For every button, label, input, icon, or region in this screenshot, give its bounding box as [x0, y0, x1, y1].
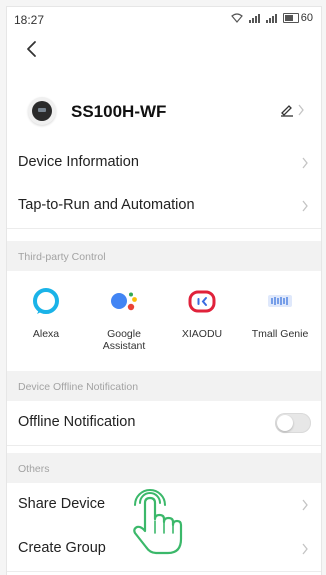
chevron-right-icon: [302, 200, 308, 212]
app-screen: 18:27 60 SS100H-WF Device Information Ta…: [6, 6, 322, 575]
chevron-right-icon: [302, 499, 308, 511]
tap-to-run-label: Tap-to-Run and Automation: [18, 197, 195, 213]
tmall-genie-label: Tmall Genie: [251, 328, 309, 340]
share-device-label: Share Device: [18, 496, 106, 512]
battery-icon: [282, 13, 299, 23]
device-information-row[interactable]: Device Information: [7, 141, 321, 186]
chevron-right-icon: [302, 157, 308, 169]
wifi-icon: [230, 13, 243, 23]
tmall-genie-icon: [268, 295, 292, 307]
chevron-right-icon: [302, 543, 308, 555]
battery-level: 60: [300, 12, 313, 24]
status-icons: 60: [230, 12, 313, 24]
third-party-section-header: Third-party Control: [7, 241, 321, 271]
google-assistant-button[interactable]: Google Assistant: [85, 278, 163, 358]
edit-name-button[interactable]: [279, 99, 309, 121]
status-bar: 18:27 60: [7, 7, 321, 31]
signal-2-icon: [265, 13, 277, 23]
status-time: 18:27: [14, 13, 45, 27]
offline-section-header: Device Offline Notification: [7, 371, 321, 401]
tap-to-run-row[interactable]: Tap-to-Run and Automation: [7, 184, 321, 229]
create-group-row[interactable]: Create Group: [7, 527, 321, 572]
offline-notification-row: Offline Notification: [7, 401, 321, 446]
back-arrow-icon[interactable]: [23, 40, 41, 58]
section-title: Others: [18, 463, 50, 475]
google-assistant-icon: [111, 292, 137, 311]
others-section-header: Others: [7, 453, 321, 483]
alexa-label: Alexa: [32, 328, 60, 340]
alexa-button[interactable]: Alexa: [7, 278, 85, 358]
xiaodu-label: XIAODU: [181, 328, 223, 340]
chevron-right-icon: [298, 104, 304, 116]
google-assistant-label: Google Assistant: [102, 328, 146, 352]
device-header: SS100H-WF: [7, 87, 321, 133]
xiaodu-icon: [188, 290, 216, 313]
tmall-genie-button[interactable]: Tmall Genie: [241, 278, 319, 358]
offline-notification-toggle[interactable]: [275, 413, 311, 433]
section-title: Device Offline Notification: [18, 381, 139, 393]
create-group-label: Create Group: [18, 540, 106, 556]
battery-indicator: 60: [282, 12, 313, 24]
device-information-label: Device Information: [18, 154, 139, 170]
thermostat-icon: [28, 97, 56, 125]
share-device-row[interactable]: Share Device: [7, 483, 321, 528]
device-name: SS100H-WF: [71, 102, 167, 121]
xiaodu-button[interactable]: XIAODU: [163, 278, 241, 358]
section-title: Third-party Control: [18, 251, 106, 263]
alexa-icon: [33, 288, 59, 314]
pencil-icon: [281, 105, 293, 117]
signal-icon: [248, 13, 260, 23]
offline-notification-label: Offline Notification: [18, 414, 136, 430]
